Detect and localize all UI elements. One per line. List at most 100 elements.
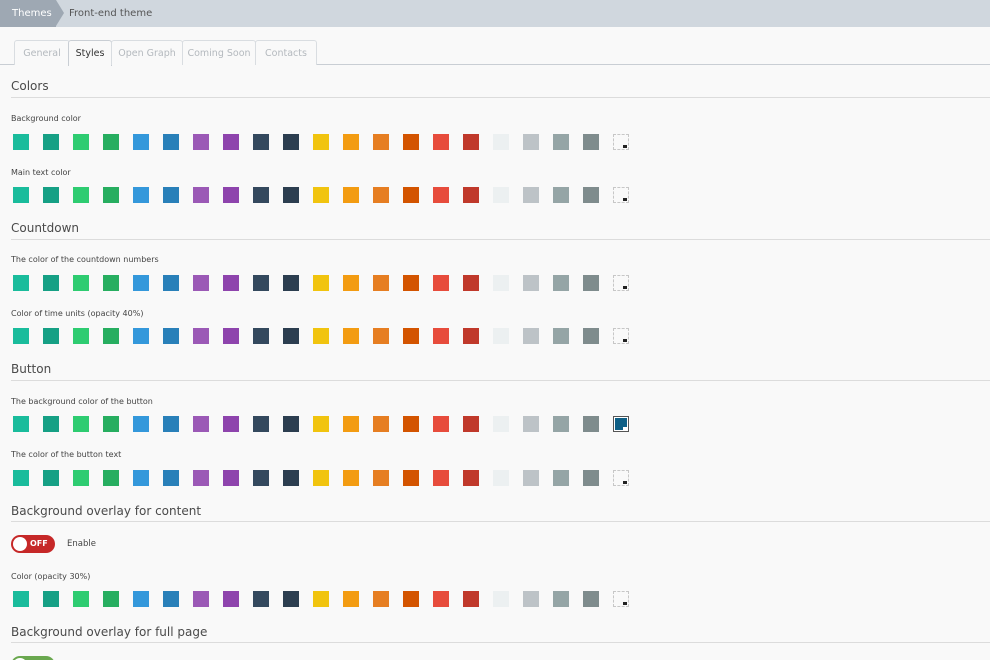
color-swatch[interactable] [193, 134, 209, 150]
custom-color-swatch[interactable] [613, 416, 629, 432]
color-swatch[interactable] [43, 328, 59, 344]
color-swatch[interactable] [493, 470, 509, 486]
color-swatch[interactable] [343, 328, 359, 344]
color-swatch[interactable] [193, 470, 209, 486]
color-swatch[interactable] [133, 416, 149, 432]
color-swatch[interactable] [523, 591, 539, 607]
color-swatch[interactable] [43, 275, 59, 291]
color-swatch[interactable] [463, 275, 479, 291]
color-swatch[interactable] [193, 416, 209, 432]
color-swatch[interactable] [73, 591, 89, 607]
color-swatch[interactable] [223, 591, 239, 607]
color-swatch[interactable] [313, 275, 329, 291]
color-swatch[interactable] [163, 470, 179, 486]
color-swatch[interactable] [193, 187, 209, 203]
color-swatch[interactable] [223, 275, 239, 291]
color-swatch[interactable] [523, 328, 539, 344]
color-swatch[interactable] [253, 416, 269, 432]
custom-color-swatch[interactable] [613, 187, 629, 203]
color-swatch[interactable] [373, 328, 389, 344]
color-swatch[interactable] [313, 470, 329, 486]
color-swatch[interactable] [523, 416, 539, 432]
color-swatch[interactable] [223, 134, 239, 150]
color-swatch[interactable] [313, 187, 329, 203]
color-swatch[interactable] [553, 328, 569, 344]
color-swatch[interactable] [253, 328, 269, 344]
custom-color-swatch[interactable] [613, 275, 629, 291]
color-swatch[interactable] [253, 134, 269, 150]
color-swatch[interactable] [523, 134, 539, 150]
color-swatch[interactable] [463, 416, 479, 432]
color-swatch[interactable] [133, 470, 149, 486]
color-swatch[interactable] [433, 275, 449, 291]
color-swatch[interactable] [583, 187, 599, 203]
color-swatch[interactable] [163, 591, 179, 607]
color-swatch[interactable] [403, 275, 419, 291]
color-swatch[interactable] [493, 591, 509, 607]
color-swatch[interactable] [343, 416, 359, 432]
color-swatch[interactable] [403, 187, 419, 203]
custom-color-swatch[interactable] [613, 134, 629, 150]
color-swatch[interactable] [103, 416, 119, 432]
color-swatch[interactable] [403, 591, 419, 607]
tab-general[interactable]: General [14, 40, 70, 65]
color-swatch[interactable] [193, 328, 209, 344]
color-swatch[interactable] [43, 134, 59, 150]
tab-contacts[interactable]: Contacts [255, 40, 317, 65]
color-swatch[interactable] [583, 275, 599, 291]
color-swatch[interactable] [553, 275, 569, 291]
color-swatch[interactable] [403, 328, 419, 344]
color-swatch[interactable] [283, 416, 299, 432]
overlay-full-toggle[interactable] [11, 656, 55, 660]
color-swatch[interactable] [313, 416, 329, 432]
color-swatch[interactable] [493, 416, 509, 432]
color-swatch[interactable] [493, 328, 509, 344]
breadcrumb-root-link[interactable]: Themes [0, 0, 56, 27]
custom-color-swatch[interactable] [613, 591, 629, 607]
color-swatch[interactable] [163, 187, 179, 203]
color-swatch[interactable] [463, 328, 479, 344]
color-swatch[interactable] [103, 275, 119, 291]
color-swatch[interactable] [433, 328, 449, 344]
color-swatch[interactable] [583, 328, 599, 344]
color-swatch[interactable] [523, 275, 539, 291]
color-swatch[interactable] [373, 470, 389, 486]
color-swatch[interactable] [223, 328, 239, 344]
color-swatch[interactable] [313, 134, 329, 150]
color-swatch[interactable] [43, 416, 59, 432]
color-swatch[interactable] [73, 187, 89, 203]
color-swatch[interactable] [103, 470, 119, 486]
color-swatch[interactable] [313, 591, 329, 607]
color-swatch[interactable] [103, 134, 119, 150]
color-swatch[interactable] [193, 275, 209, 291]
overlay-content-toggle[interactable]: OFF [11, 535, 55, 553]
color-swatch[interactable] [403, 134, 419, 150]
color-swatch[interactable] [553, 187, 569, 203]
color-swatch[interactable] [103, 591, 119, 607]
color-swatch[interactable] [13, 328, 29, 344]
color-swatch[interactable] [163, 275, 179, 291]
tab-open-graph[interactable]: Open Graph [111, 40, 183, 65]
color-swatch[interactable] [523, 470, 539, 486]
color-swatch[interactable] [13, 275, 29, 291]
color-swatch[interactable] [553, 416, 569, 432]
color-swatch[interactable] [373, 591, 389, 607]
color-swatch[interactable] [163, 328, 179, 344]
color-swatch[interactable] [343, 470, 359, 486]
color-swatch[interactable] [43, 187, 59, 203]
color-swatch[interactable] [13, 470, 29, 486]
tab-styles[interactable]: Styles [68, 40, 112, 66]
color-swatch[interactable] [493, 187, 509, 203]
color-swatch[interactable] [433, 470, 449, 486]
color-swatch[interactable] [403, 416, 419, 432]
color-swatch[interactable] [13, 187, 29, 203]
color-swatch[interactable] [43, 470, 59, 486]
color-swatch[interactable] [343, 134, 359, 150]
custom-color-swatch[interactable] [613, 328, 629, 344]
color-swatch[interactable] [433, 187, 449, 203]
color-swatch[interactable] [583, 134, 599, 150]
color-swatch[interactable] [73, 275, 89, 291]
color-swatch[interactable] [373, 134, 389, 150]
color-swatch[interactable] [373, 416, 389, 432]
color-swatch[interactable] [283, 470, 299, 486]
